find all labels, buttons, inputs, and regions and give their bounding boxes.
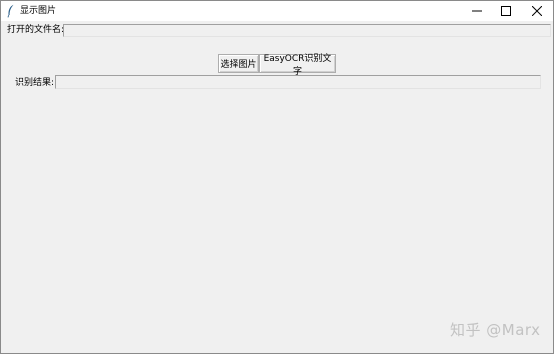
title-bar[interactable]: 显示图片: [1, 1, 553, 21]
window-title: 显示图片: [20, 6, 57, 16]
file-name-label: 打开的文件名:: [7, 25, 65, 35]
app-window: 显示图片 打开的文件名: 选择图片 EasyOCR识别文字 识别结果: 知乎 @…: [0, 0, 554, 354]
file-name-input[interactable]: [63, 24, 551, 37]
easyocr-recognize-button[interactable]: EasyOCR识别文字: [259, 54, 336, 77]
feather-icon: [6, 4, 16, 18]
close-button[interactable]: [521, 1, 553, 21]
result-label: 识别结果:: [15, 78, 55, 88]
watermark: 知乎 @Marx: [450, 321, 541, 339]
minimize-icon: [472, 10, 482, 12]
minimize-button[interactable]: [461, 1, 493, 21]
select-image-button[interactable]: 选择图片: [218, 54, 259, 73]
result-input[interactable]: [55, 75, 541, 89]
maximize-button[interactable]: [490, 1, 522, 21]
maximize-icon: [501, 6, 511, 16]
close-icon: [532, 6, 542, 16]
